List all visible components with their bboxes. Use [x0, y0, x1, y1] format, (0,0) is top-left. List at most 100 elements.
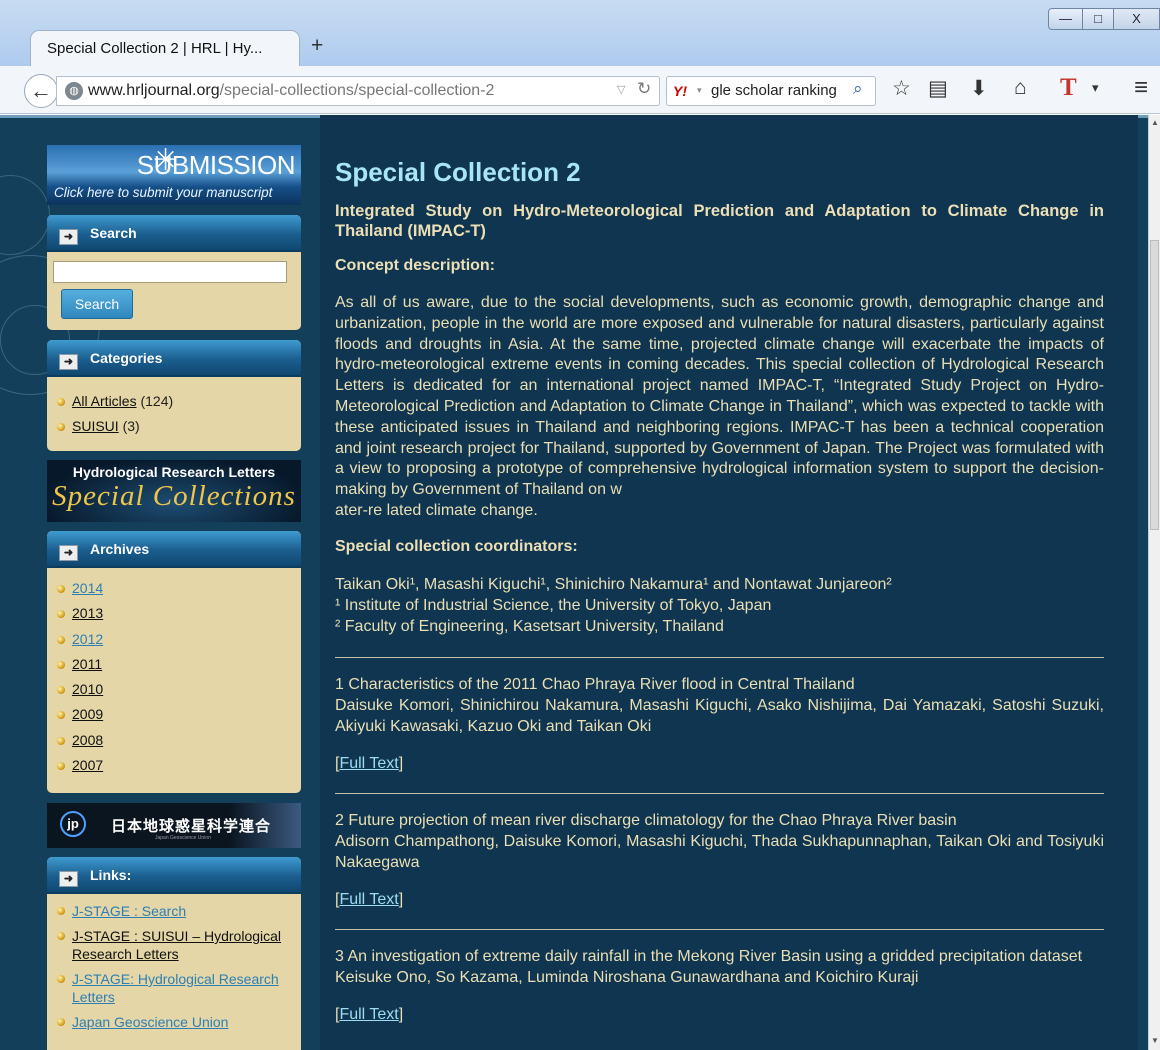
concept-text: As all of us aware, due to the social de… [335, 293, 1104, 522]
submission-title: SUBMISSION [136, 150, 296, 180]
list-item: 2008 [56, 728, 301, 753]
chevron-down-icon[interactable]: ▾ [697, 85, 702, 96]
jgu-banner[interactable]: jp 日本地球惑星科学連合 Japan Geoscience Union [47, 803, 301, 848]
dropdown-icon[interactable]: ▽ [617, 83, 625, 96]
divider [335, 928, 1104, 930]
category-link-all-articles[interactable]: All Articles [72, 393, 137, 409]
archives-list: 2014 2013 2012 2011 2010 2009 2008 2007 [47, 568, 301, 778]
chevron-down-icon[interactable]: ▾ [1092, 80, 1099, 96]
archives-widget: ➜ Archives 2014 2013 2012 2011 2010 2009 … [47, 531, 301, 793]
search-input[interactable] [53, 261, 287, 283]
scroll-down-icon[interactable]: ▼ [1151, 1036, 1159, 1045]
list-item: 2012 [56, 627, 301, 652]
submission-banner[interactable]: ✳ SUBMISSION Click here to submit your m… [47, 145, 301, 205]
archive-link-2014[interactable]: 2014 [72, 580, 103, 596]
links-widget-title: Links: [90, 867, 132, 883]
archive-link-2007[interactable]: 2007 [72, 757, 103, 773]
link-jstage-hrl[interactable]: J-STAGE: Hydrological Research Letters [72, 971, 279, 1005]
article-authors: Daisuke Komori, Shinichirou Nakamura, Ma… [335, 696, 1104, 735]
maximize-button[interactable]: □ [1082, 8, 1114, 30]
search-button[interactable]: Search [61, 289, 133, 319]
links-list: J-STAGE : Search J-STAGE : SUISUI – Hydr… [47, 894, 301, 1031]
categories-widget: ➜ Categories All Articles (124) SUISUI (3… [47, 340, 301, 451]
home-icon[interactable]: ⌂ [1014, 76, 1027, 100]
list-item: 2011 [56, 652, 301, 677]
scrollbar-thumb[interactable] [1150, 240, 1159, 530]
arrow-right-icon: ➜ [59, 354, 78, 370]
archive-link-2013[interactable]: 2013 [72, 605, 103, 621]
archive-link-2009[interactable]: 2009 [72, 706, 103, 722]
yahoo-icon[interactable]: Y! [673, 83, 687, 99]
article-item: 3 An investigation of extreme daily rain… [335, 946, 1104, 988]
search-widget-title: Search [90, 225, 137, 241]
minimize-button[interactable]: — [1048, 8, 1083, 30]
collection-subtitle: Integrated Study on Hydro-Meteorological… [335, 202, 1104, 240]
article-title: 2 Future projection of mean river discha… [335, 811, 957, 829]
archive-link-2008[interactable]: 2008 [72, 732, 103, 748]
reload-icon[interactable]: ↻ [637, 79, 651, 99]
category-link-suisui[interactable]: SUISUI [72, 418, 119, 434]
categories-widget-title: Categories [90, 350, 163, 366]
url-bar[interactable]: ◍ www.hrljournal.org/special-collections… [56, 76, 660, 106]
back-icon[interactable]: ← [24, 74, 58, 108]
globe-icon: ◍ [65, 82, 83, 100]
star-icon[interactable]: ☆ [892, 76, 911, 101]
scroll-up-icon[interactable]: ▲ [1151, 118, 1159, 127]
concept-tail: ater-re lated climate change. [335, 501, 538, 519]
link-jstage-suisui[interactable]: J-STAGE : SUISUI – Hydrological Research… [72, 928, 281, 962]
main-content: Special Collection 2 Integrated Study on… [335, 157, 1104, 1024]
archive-link-2011[interactable]: 2011 [72, 656, 102, 672]
full-text-link[interactable]: Full Text [339, 1006, 398, 1023]
article-item: 2 Future projection of mean river discha… [335, 810, 1104, 873]
list-item: 2014 [56, 576, 301, 601]
menu-icon[interactable]: ≡ [1134, 74, 1148, 102]
category-count: (3) [122, 418, 140, 435]
archive-link-2010[interactable]: 2010 [72, 681, 103, 697]
categories-widget-header: ➜ Categories [47, 340, 301, 377]
close-button[interactable]: X [1113, 8, 1160, 30]
coordinators-heading: Special collection coordinators: [335, 537, 578, 555]
article-title: 1 Characteristics of the 2011 Chao Phray… [335, 675, 855, 693]
link-jgu[interactable]: Japan Geoscience Union [72, 1014, 228, 1030]
arrow-right-icon: ➜ [59, 871, 78, 887]
full-text-wrapper: [Full Text] [335, 1005, 404, 1023]
page-title: Special Collection 2 [335, 157, 581, 187]
jgu-subtitle: Japan Geoscience Union [155, 835, 211, 841]
links-widget: ➜ Links: J-STAGE : Search J-STAGE : SUISU… [47, 857, 301, 1050]
special-collections-banner[interactable]: Hydrological Research Letters Special Co… [47, 460, 301, 522]
full-text-link[interactable]: Full Text [339, 891, 398, 908]
new-tab-button[interactable]: + [311, 34, 323, 58]
list-item: J-STAGE : SUISUI – Hydrological Research… [56, 927, 301, 963]
search-icon[interactable]: ⌕ [853, 79, 863, 99]
full-text-wrapper: [Full Text] [335, 890, 404, 908]
t-icon[interactable]: T [1060, 74, 1077, 102]
divider [335, 656, 1104, 658]
list-item: Japan Geoscience Union [56, 1013, 301, 1031]
url-host: www.hrljournal.org [88, 82, 220, 99]
navigation-bar: ← ◍ www.hrljournal.org/special-collectio… [0, 66, 1160, 114]
submission-subtitle: Click here to submit your manuscript [54, 185, 273, 200]
decor-bubble [0, 175, 50, 255]
url-text[interactable]: www.hrljournal.org/special-collections/s… [88, 82, 494, 100]
article-title: 3 An investigation of extreme daily rain… [335, 947, 1083, 965]
search-box[interactable]: Y! ▾ gle scholar ranking ⌕ [666, 76, 876, 106]
concept-heading: Concept description: [335, 257, 496, 274]
archive-link-2012[interactable]: 2012 [72, 631, 103, 647]
search-text[interactable]: gle scholar ranking [711, 82, 837, 99]
page-area: ✳ SUBMISSION Click here to submit your m… [0, 115, 1148, 1050]
article-item: 1 Characteristics of the 2011 Chao Phray… [335, 674, 1104, 737]
jgu-logo-icon: jp [60, 811, 86, 837]
bookmarks-icon[interactable]: ▤ [928, 76, 948, 101]
coordinators-list: Taikan Oki¹, Masashi Kiguchi¹, Shinichir… [335, 574, 1104, 637]
list-item: 2010 [56, 677, 301, 702]
tab-special-collection[interactable]: Special Collection 2 | HRL | Hy... [30, 30, 300, 66]
list-item: SUISUI (3) [56, 414, 301, 439]
download-icon[interactable]: ⬇ [970, 76, 988, 101]
link-jstage-search[interactable]: J-STAGE : Search [72, 903, 186, 919]
divider [335, 792, 1104, 794]
concept-body: As all of us aware, due to the social de… [335, 294, 1104, 499]
arrow-right-icon: ➜ [59, 545, 78, 561]
list-item: 2013 [56, 601, 301, 626]
full-text-link[interactable]: Full Text [339, 755, 398, 772]
archives-widget-title: Archives [90, 541, 150, 557]
